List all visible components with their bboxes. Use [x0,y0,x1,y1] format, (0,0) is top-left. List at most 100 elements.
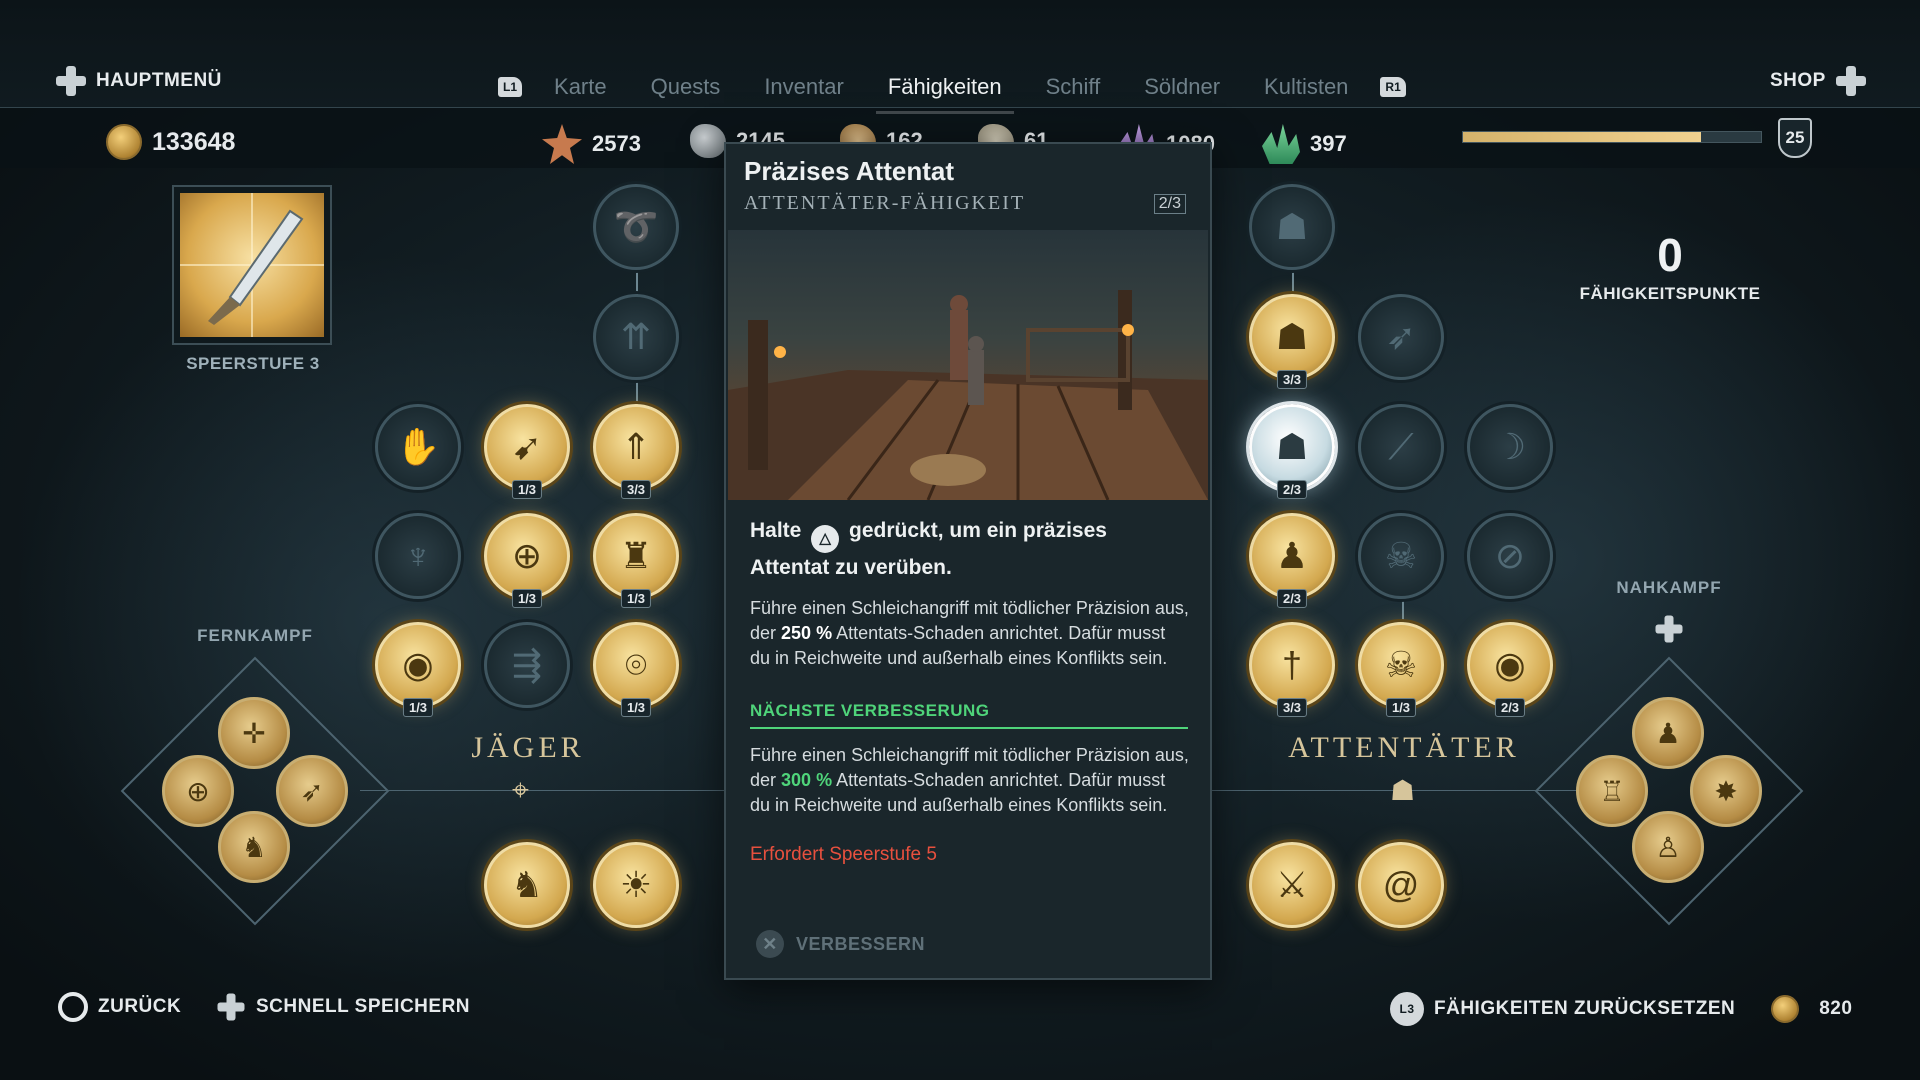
iron-ore-icon [690,124,726,158]
ranged-ability-target-icon[interactable]: ✛ [218,697,290,769]
hood-emblem-icon: ☗ [1390,775,1416,806]
assassin-node-hidden-eye[interactable]: ⊘ [1467,513,1553,599]
ranged-ability-crosshair-icon[interactable]: ⊕ [162,755,234,827]
tab-bar: L1 Karte Quests Inventar Fähigkeiten Sch… [488,74,1416,114]
skull-crossbones-icon: ☠ [1384,644,1418,685]
hooded-figure-icon: ♟ [1275,535,1309,576]
dpad-icon [1654,614,1684,649]
sprint-icon: ➶ [1385,316,1417,357]
hunter-node-crosshair[interactable]: ⊕ 1/3 [484,513,570,608]
eye-shield-icon: ◉ [1494,644,1526,685]
tab-quests[interactable]: Quests [629,74,743,100]
back-label: ZURÜCK [98,996,182,1017]
hunter-icon: ♜ [619,535,653,576]
ability-sun[interactable]: ☀ [593,842,679,928]
r1-button-icon[interactable]: R1 [1380,77,1406,97]
laurel-arrow-icon: ⇑ [620,426,652,467]
shop-label: SHOP [1770,70,1826,91]
bow-emblem-icon: ⌖ [512,774,529,807]
hunter-node-triple-arrow[interactable]: ⇈ [593,294,679,380]
ranged-ability-hunter-icon[interactable]: ♞ [218,811,290,883]
dpad-icon [56,66,86,96]
ability-horse[interactable]: ♞ [484,842,570,928]
shop-button[interactable]: SHOP [1770,66,1866,96]
spiral-arrow-icon: ➰ [613,206,659,247]
horse-icon: ♞ [510,864,544,905]
spear-card[interactable] [172,185,332,345]
action-text-pre: Halte [750,519,802,542]
assassin-node-hood-laurel[interactable]: ☗ 3/3 [1249,294,1335,389]
rank-badge: 2/3 [1494,698,1526,717]
assassin-node-blade[interactable]: ⟋ [1358,404,1444,490]
melee-ability-shield-icon[interactable]: ♖ [1576,755,1648,827]
tab-mercenaries[interactable]: Söldner [1122,74,1242,100]
ability-swirl[interactable]: @ [1358,842,1444,928]
assassin-node-precise-assassination[interactable]: ☗ 2/3 [1249,404,1335,499]
volley-icon: ⇶ [511,644,543,685]
laurel-dagger-icon: † [1281,644,1303,685]
quicksave-button[interactable]: SCHNELL SPEICHERN [216,992,470,1022]
hunter-node-spiral-arrow[interactable]: ➰ [593,184,679,270]
rank-badge: 3/3 [1276,698,1308,717]
l3-button-icon: L3 [1390,992,1424,1026]
tab-abilities[interactable]: Fähigkeiten [866,74,1024,114]
reset-abilities-button[interactable]: L3 FÄHIGKEITEN ZURÜCKSETZEN 820 [1390,992,1852,1026]
tab-cultists[interactable]: Kultisten [1242,74,1370,100]
tab-map[interactable]: Karte [532,74,629,100]
triple-arrow-icon: ⇈ [620,316,652,357]
next-description-damage-value: 300 % [781,769,833,790]
hunter-node-eye-target[interactable]: ◉ 1/3 [375,622,461,717]
next-upgrade-heading: NÄCHSTE VERBESSERUNG [750,701,1188,729]
assassin-node-hooded-figure[interactable]: ♟ 2/3 [1249,513,1335,608]
assassin-node-shadow[interactable]: ☽ [1467,404,1553,490]
rank-badge: 1/3 [620,698,652,717]
shadow-icon: ☽ [1493,426,1527,467]
assassin-node-sprint[interactable]: ➶ [1358,294,1444,380]
tab-inventory[interactable]: Inventar [742,74,866,100]
ranged-ability-arrows-icon[interactable]: ➶ [276,755,348,827]
hunter-node-target-person[interactable]: ⌾ 1/3 [593,622,679,717]
leather-icon [542,124,582,164]
assassin-node-laurel-dagger[interactable]: † 3/3 [1249,622,1335,717]
crystal-value: 397 [1310,131,1347,156]
l1-button-icon[interactable]: L1 [498,77,523,97]
hunter-node-laurel-arrow[interactable]: ⇑ 3/3 [593,404,679,499]
hunter-node-volley[interactable]: ⇶ [484,622,570,708]
assassin-node-crouch[interactable]: ☗ [1249,184,1335,270]
upgrade-button[interactable]: ✕ VERBESSERN [756,930,925,958]
hidden-eye-icon: ⊘ [1494,535,1526,576]
ability-points-display: 0 FÄHIGKEITSPUNKTE [1570,232,1770,304]
hunter-node-laurel-spear[interactable]: ♆ [375,513,461,599]
melee-ability-fire-icon[interactable]: ✸ [1690,755,1762,827]
swirl-icon: @ [1382,864,1420,905]
main-menu-button[interactable]: HAUPTMENÜ [56,66,222,96]
melee-ability-kick-icon[interactable]: ♙ [1632,811,1704,883]
drachmae-value: 133648 [152,127,236,156]
dpad-icon [217,993,245,1021]
reset-label: FÄHIGKEITEN ZURÜCKSETZEN [1434,998,1736,1019]
sun-icon: ☀ [619,864,653,905]
ability-action-text: Halte △ gedrückt, um ein präzises Attent… [750,516,1190,582]
hand-icon: ✋ [395,426,441,467]
crystal-counter: 397 [1262,124,1347,164]
multi-arrow-icon: ➹ [511,426,543,467]
hood-laurel-icon: ☗ [1275,316,1309,357]
ability-swords[interactable]: ⚔ [1249,842,1335,928]
leather-counter: 2573 [542,124,641,164]
assassin-node-skull-crossbones[interactable]: ☠ 1/3 [1358,622,1444,717]
hunter-node-hunter[interactable]: ♜ 1/3 [593,513,679,608]
ability-points-value: 0 [1657,229,1683,281]
tab-ship[interactable]: Schiff [1024,74,1123,100]
melee-branch-label: NAHKAMPF [1616,578,1722,597]
ability-subtitle: ATTENTÄTER-FÄHIGKEIT [744,192,1026,214]
rank-badge: 1/3 [511,589,543,608]
back-button[interactable]: ZURÜCK [58,992,181,1022]
melee-ability-warrior-icon[interactable]: ♟ [1632,697,1704,769]
assassin-node-eye-shield[interactable]: ◉ 2/3 [1467,622,1553,717]
hunter-node-hand[interactable]: ✋ [375,404,461,490]
quicksave-label: SCHNELL SPEICHERN [256,996,471,1017]
circle-button-icon [58,992,88,1022]
assassinate-icon: ☗ [1275,426,1309,467]
assassin-node-skull[interactable]: ☠ [1358,513,1444,599]
hunter-node-multi-arrow[interactable]: ➹ 1/3 [484,404,570,499]
